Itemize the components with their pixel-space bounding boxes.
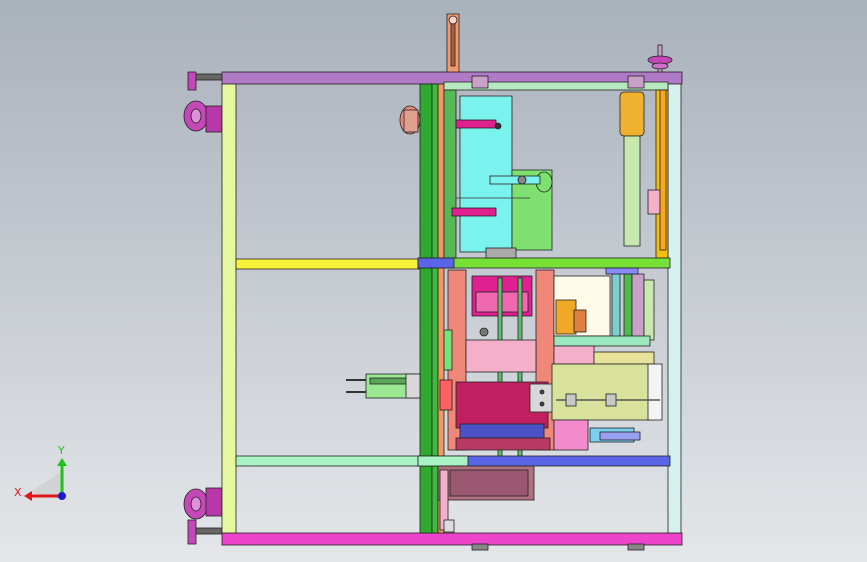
rail-yellow (235, 258, 423, 270)
upper-subframe-left (443, 89, 457, 259)
cyan-panel (459, 95, 513, 253)
cad-viewport[interactable]: X Y (0, 0, 867, 562)
frame-left-post (221, 83, 237, 534)
olive-block (551, 363, 651, 421)
frame-bottom-beam (221, 532, 683, 546)
mid-green-bar (417, 257, 671, 269)
machine-drawing: X Y (0, 0, 867, 562)
rail-mint (235, 455, 423, 467)
top-slotted-rod (446, 13, 460, 75)
y-axis-label: Y (57, 444, 65, 457)
gold-cylinder (619, 91, 645, 137)
z-axis-dot (58, 492, 66, 500)
x-axis-label: X (14, 486, 22, 499)
